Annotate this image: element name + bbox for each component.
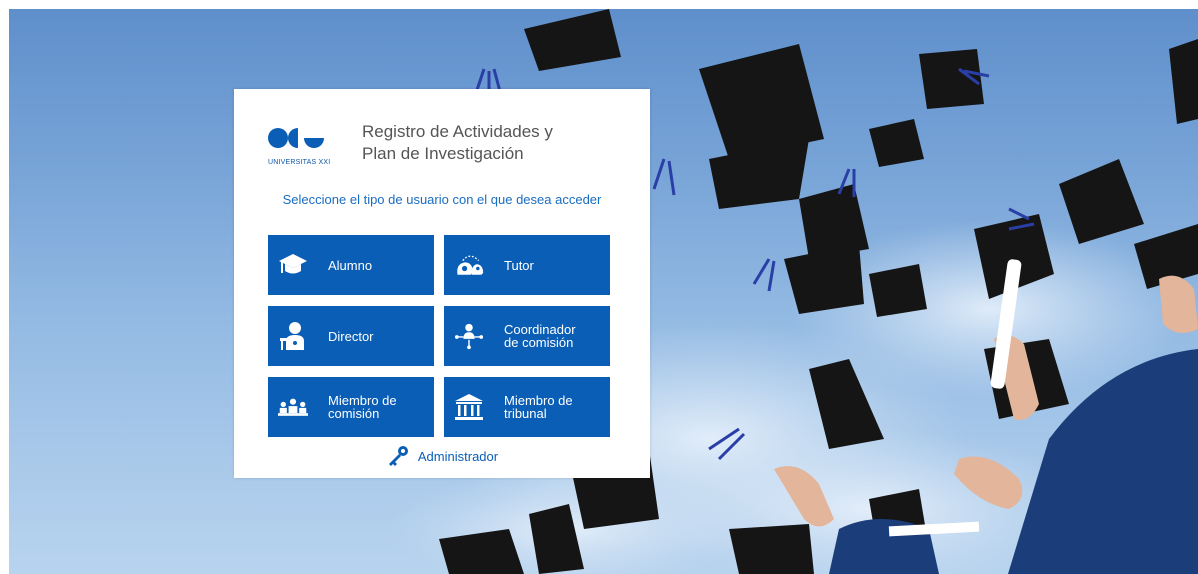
tile-label: Miembro de comisión (328, 394, 397, 420)
logo-caption: UNIVERSITAS XXI (268, 159, 331, 166)
mentoring-heads-icon (454, 249, 484, 281)
app-title: Registro de Actividades y Plan de Invest… (362, 121, 553, 165)
tile-miembro-tribunal[interactable]: Miembro de tribunal (444, 377, 610, 437)
admin-label: Administrador (417, 448, 499, 464)
tile-label-line2: de comisión (504, 335, 574, 350)
tile-label-line1: Alumno (328, 257, 373, 273)
app-title-line1: Registro de Actividades y (362, 122, 553, 141)
tile-label: Alumno (328, 259, 372, 272)
tile-tutor[interactable]: Tutor (444, 235, 610, 295)
courthouse-icon (454, 391, 484, 423)
universitas-logo-icon (268, 128, 324, 148)
committee-icon (278, 391, 308, 423)
graduation-cap-icon (278, 249, 308, 281)
teacher-icon (278, 320, 308, 352)
universitas-logo: UNIVERSITAS XXI (268, 125, 338, 166)
login-card: UNIVERSITAS XXI Registro de Actividades … (234, 89, 650, 478)
tile-label: Director (328, 330, 374, 343)
network-person-icon (454, 320, 484, 352)
admin-link[interactable]: Administrador (234, 445, 650, 467)
tile-miembro-comision[interactable]: Miembro de comisión (268, 377, 434, 437)
tile-label: Miembro de tribunal (504, 394, 573, 420)
user-type-prompt: Seleccione el tipo de usuario con el que… (282, 192, 602, 207)
keys-icon (388, 446, 408, 466)
tile-label-line1: Director (328, 328, 374, 344)
tile-director[interactable]: Director (268, 306, 434, 366)
tile-alumno[interactable]: Alumno (268, 235, 434, 295)
tile-label-line1: Tutor (504, 257, 534, 273)
tile-coordinador[interactable]: Coordinador de comisión (444, 306, 610, 366)
tile-label-line2: tribunal (504, 406, 547, 421)
tile-label-line2: comisión (328, 406, 380, 421)
tile-label: Tutor (504, 259, 534, 272)
tile-label: Coordinador de comisión (504, 323, 576, 349)
app-title-line2: Plan de Investigación (362, 144, 524, 163)
